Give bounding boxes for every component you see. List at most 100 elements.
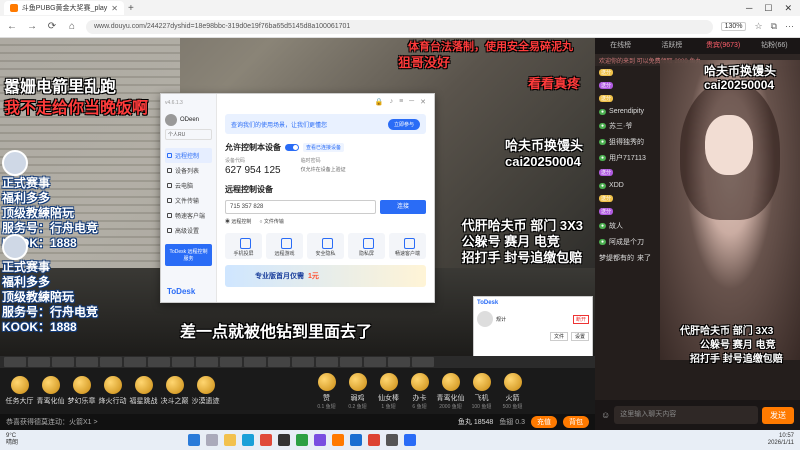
tool-fast-client[interactable]: 畅速客户端 — [389, 233, 426, 259]
todesk-survey-banner: 查询我们的使用场景，让我们更懂您 立即参与 — [225, 114, 426, 134]
home-icon[interactable]: ⌂ — [66, 21, 78, 32]
tab-diamond[interactable]: 钻粉(66) — [749, 38, 800, 54]
mini-settings-button[interactable]: 设置 — [570, 332, 589, 341]
gift-item[interactable]: 梦幻乐章 — [66, 376, 97, 406]
app-icon[interactable] — [314, 434, 327, 446]
refresh-icon[interactable]: ⟳ — [46, 21, 58, 32]
danmu-comment: 我不走给你当晚饭啊 — [4, 100, 149, 117]
maximize-icon[interactable]: ☐ — [764, 3, 772, 14]
remote-device-input[interactable]: 715 357 828 — [225, 200, 376, 214]
extensions-icon[interactable]: ⧉ — [771, 21, 777, 32]
device-info: 设备代码 627 954 125 临时密码 仅允许在设备上验证 — [225, 157, 426, 176]
gift-item[interactable]: 火箭 500 鱼翅 — [497, 372, 528, 410]
gift-item[interactable]: 沙漠遗迹 — [190, 376, 221, 406]
streamer-face — [705, 115, 753, 175]
bell-icon[interactable]: ♪ — [390, 98, 394, 106]
edge-icon[interactable] — [242, 434, 255, 446]
back-icon[interactable]: ← — [6, 21, 18, 32]
todesk-menu-cloud[interactable]: 云电脑 — [165, 178, 212, 193]
lock-icon[interactable]: 🔒 — [375, 98, 384, 106]
gift-item[interactable]: 仙女棒 1 鱼翅 — [373, 372, 404, 410]
disconnect-button[interactable]: 断开 — [572, 314, 589, 324]
gift-item[interactable]: 任务大厅 — [4, 376, 35, 406]
chat-input-bar: ☺ 这里输入聊天内容 发送 — [595, 400, 800, 430]
gift-item[interactable]: 弱鸡 0.2 鱼翅 — [342, 372, 373, 410]
emoji-icon[interactable]: ☺ — [601, 410, 610, 420]
forward-icon[interactable]: → — [26, 21, 38, 32]
gift-item[interactable]: 青鸾化仙 — [35, 376, 66, 406]
chat-input[interactable]: 这里输入聊天内容 — [614, 406, 758, 424]
gift-item[interactable]: 办卡 6 鱼翅 — [404, 372, 435, 410]
close-tab-icon[interactable]: ✕ — [111, 4, 118, 13]
allow-control-toggle[interactable] — [285, 144, 299, 151]
tool-screen-cast[interactable]: 手机投屏 — [225, 233, 262, 259]
todesk-promo-banner[interactable]: 专业版首月仅需 1元 — [225, 265, 426, 287]
file-explorer-icon[interactable] — [224, 434, 237, 446]
new-tab-icon[interactable]: + — [128, 3, 134, 14]
cam-ad-text: 代肝哈夫币 部门 3X3 — [680, 326, 774, 337]
todesk-personal-badge[interactable]: 个人RU — [165, 129, 212, 140]
tool-privacy-screen[interactable]: 隐私屏 — [348, 233, 385, 259]
app-icon[interactable] — [386, 434, 399, 446]
todesk-user[interactable]: ODeen — [165, 114, 212, 126]
tool-security[interactable]: 安全隐私 — [307, 233, 344, 259]
todesk-menu-settings[interactable]: 高级设置 — [165, 223, 212, 238]
recharge-button[interactable]: 充值 — [531, 416, 557, 428]
todesk-sidebar-ad[interactable]: ToDesk 远程控制服务 — [165, 244, 212, 266]
weather-widget[interactable]: 9°C 晴朗 — [6, 433, 18, 447]
todesk-menu-file[interactable]: 文件传输 — [165, 193, 212, 208]
mini-file-button[interactable]: 文件 — [549, 332, 568, 341]
view-connected-link[interactable]: 查看已连接设备 — [303, 143, 345, 152]
url-field[interactable]: www.douyu.com/244227dyshid=18e98bbc-319d… — [86, 19, 713, 34]
douyu-favicon-icon — [10, 4, 18, 12]
search-icon[interactable] — [206, 434, 219, 446]
gift-item[interactable]: 飞机 100 鱼翅 — [466, 372, 497, 410]
radio-remote[interactable]: ◉ 远程控制 — [225, 218, 251, 225]
minimize-icon[interactable]: ─ — [409, 98, 414, 106]
windows-start-icon[interactable] — [188, 434, 201, 446]
close-icon[interactable]: ✕ — [420, 98, 426, 106]
tab-active[interactable]: 活跃榜 — [646, 38, 697, 54]
chrome-icon[interactable] — [260, 434, 273, 446]
todesk-menu-remote[interactable]: 远程控制 — [165, 148, 212, 163]
temp-password-block: 临时密码 仅允许在设备上验证 — [301, 157, 346, 176]
menu-icon[interactable]: ⋯ — [785, 21, 794, 32]
app-icon[interactable] — [278, 434, 291, 446]
notice-text[interactable]: 恭喜获得德莫连动：火箭X1 > — [6, 417, 98, 427]
tab-vip[interactable]: 贵宾(9673) — [698, 38, 749, 54]
connect-button[interactable]: 连接 — [380, 200, 426, 214]
zoom-level[interactable]: 130% — [720, 22, 747, 31]
gift-item[interactable]: 烽火行动 — [97, 376, 128, 406]
video-subtitle: 差一点就被他钻到里面去了 — [180, 324, 373, 341]
avatar — [477, 311, 493, 327]
radio-file[interactable]: ○ 文件传输 — [259, 218, 283, 225]
app-icon[interactable] — [350, 434, 363, 446]
tab-online[interactable]: 在线榜 — [595, 38, 646, 54]
file-icon — [167, 198, 172, 203]
device-code[interactable]: 627 954 125 — [225, 165, 281, 176]
tool-remote-game[interactable]: 远程游戏 — [266, 233, 303, 259]
gift-item[interactable]: 赞 0.1 鱼翅 — [311, 372, 342, 410]
app-icon[interactable] — [296, 434, 309, 446]
send-button[interactable]: 发送 — [762, 406, 794, 424]
app-icon[interactable] — [368, 434, 381, 446]
todesk-menu-client[interactable]: 畅速客户端 — [165, 208, 212, 223]
system-clock[interactable]: 10:57 2026/1/11 — [768, 433, 794, 447]
gift-item[interactable]: 福星跳战 — [128, 376, 159, 406]
todesk-sidebar: v4.6.1.3 ODeen 个人RU 远程控制 设备列表 云电脑 文件传输 畅… — [161, 94, 217, 302]
app-icon[interactable] — [332, 434, 345, 446]
browser-tab[interactable]: 斗鱼PUBG黄金大奖赛_play ✕ — [4, 1, 124, 15]
gift-item[interactable]: 决斗之巅 — [159, 376, 190, 406]
gift-item[interactable]: 青鸾化仙 2000 鱼翅 — [435, 372, 466, 410]
survey-button[interactable]: 立即参与 — [387, 118, 420, 130]
app-icon[interactable] — [404, 434, 417, 446]
close-window-icon[interactable]: ✕ — [784, 3, 792, 14]
todesk-tools: 手机投屏 远程游戏 安全隐私 隐私屏 畅速客户端 — [225, 233, 426, 259]
minimize-icon[interactable]: ─ — [746, 3, 752, 14]
client-icon — [167, 213, 172, 218]
todesk-menu-devices[interactable]: 设备列表 — [165, 163, 212, 178]
gift-icon — [134, 376, 153, 394]
menu-icon[interactable]: ≡ — [399, 98, 403, 106]
backpack-button[interactable]: 背包 — [563, 416, 589, 428]
star-icon[interactable]: ☆ — [754, 21, 762, 32]
